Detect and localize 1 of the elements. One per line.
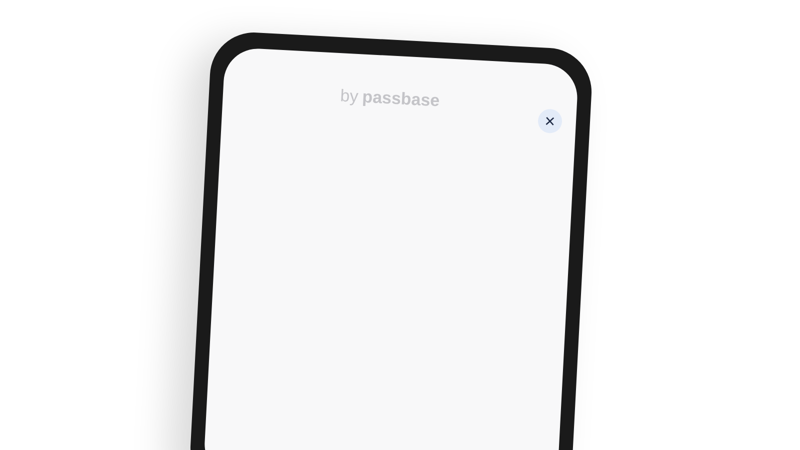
- close-button[interactable]: ×: [537, 108, 563, 134]
